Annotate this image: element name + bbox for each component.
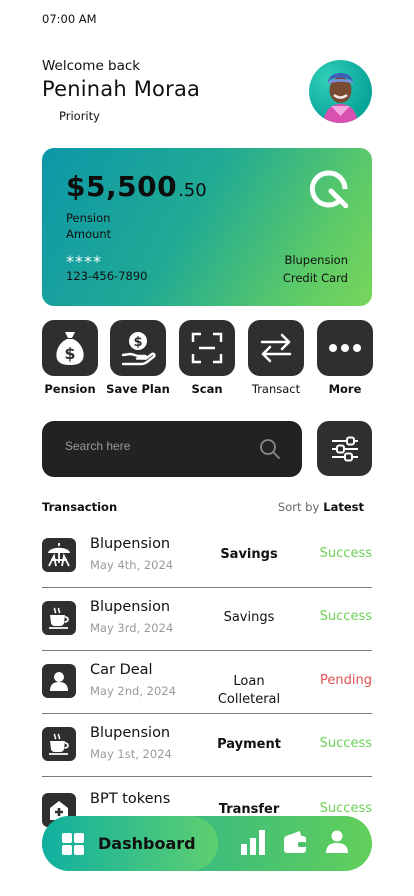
action-tile[interactable] <box>179 320 235 376</box>
transaction-name: Blupension <box>90 536 171 552</box>
action-save-plan[interactable]: $ Save Plan <box>106 320 170 396</box>
sliders-icon <box>331 436 358 461</box>
balance-amount: $5,500 .50 <box>66 170 207 203</box>
transaction-row[interactable]: Blupension May 1st, 2024 Payment Success <box>42 714 372 777</box>
card-brand-name: Blupension <box>284 253 348 267</box>
hand-dollar-icon: $ <box>121 332 156 366</box>
amount-cents: .50 <box>178 180 207 201</box>
search-icon[interactable] <box>259 438 281 460</box>
transaction-name: Car Deal <box>90 662 153 678</box>
action-tile[interactable]: $ <box>42 320 98 376</box>
action-tile[interactable] <box>248 320 304 376</box>
filter-button[interactable] <box>317 421 372 476</box>
action-label: Transact <box>251 382 301 396</box>
transaction-name: BPT tokens <box>90 791 171 807</box>
action-tile[interactable] <box>317 320 373 376</box>
card-number: 123-456-7890 <box>66 269 148 283</box>
transaction-name: Blupension <box>90 725 171 741</box>
action-transact[interactable]: Transact <box>248 320 304 396</box>
coffee-cup-icon <box>42 601 76 635</box>
transaction-date: May 3rd, 2024 <box>90 621 174 635</box>
bar-chart-icon[interactable] <box>241 830 265 856</box>
nav-dashboard-label: Dashboard <box>98 834 196 853</box>
action-pension[interactable]: $ Pension <box>42 320 98 396</box>
transaction-row[interactable]: Blupension May 4th, 2024 Savings Success <box>42 525 372 588</box>
transaction-type: Savings <box>223 610 275 625</box>
transaction-row[interactable]: Blupension May 3rd, 2024 Savings Success <box>42 588 372 651</box>
svg-text:$: $ <box>64 344 75 363</box>
card-brand: Blupension Credit Card <box>283 251 348 287</box>
sort-control[interactable]: Sort by Latest <box>278 500 364 514</box>
dashboard-grid-icon <box>62 832 84 855</box>
transaction-type: Payment <box>217 737 281 752</box>
action-label: More <box>328 382 362 396</box>
action-more[interactable]: More <box>317 320 373 396</box>
transaction-type: Loan Colleteral <box>212 673 286 709</box>
transaction-status: Success <box>319 609 372 624</box>
scan-frame-icon <box>191 332 223 364</box>
sort-value[interactable]: Latest <box>323 500 364 514</box>
transaction-status: Success <box>319 736 372 751</box>
search-input[interactable] <box>65 439 245 453</box>
welcome-text: Welcome back <box>42 58 141 74</box>
avatar[interactable] <box>309 60 372 123</box>
transaction-type: Savings <box>220 547 278 562</box>
transaction-status: Success <box>319 546 372 561</box>
amount-label: Pension Amount <box>66 211 112 241</box>
action-label: Save Plan <box>106 382 170 396</box>
transaction-date: May 1st, 2024 <box>90 747 172 761</box>
action-label: Scan <box>191 382 223 396</box>
transaction-row[interactable]: Car Deal May 2nd, 2024 Loan Colleteral P… <box>42 651 372 714</box>
action-tile[interactable]: $ <box>110 320 166 376</box>
transfer-arrows-icon <box>260 333 292 363</box>
amount-main: $5,500 <box>66 170 178 203</box>
transaction-date: May 2nd, 2024 <box>90 684 176 698</box>
bottom-nav: Dashboard <box>42 816 372 871</box>
user-icon <box>42 664 76 698</box>
avatar-photo <box>323 73 358 123</box>
coffee-cup-icon <box>42 727 76 761</box>
balance-card[interactable]: $5,500 .50 Pension Amount **** 123-456-7… <box>42 148 372 306</box>
card-brand-type: Credit Card <box>282 271 348 285</box>
umbrella-icon <box>42 538 76 572</box>
brand-logo-icon <box>309 170 349 212</box>
money-bag-icon: $ <box>56 332 84 365</box>
transaction-date: May 4th, 2024 <box>90 558 174 572</box>
transaction-type-line: Loan <box>233 674 265 689</box>
search-bar[interactable] <box>42 421 302 477</box>
more-dots-icon <box>329 344 361 352</box>
svg-text:$: $ <box>133 335 142 350</box>
action-scan[interactable]: Scan <box>179 320 235 396</box>
transaction-status: Pending <box>320 673 372 688</box>
transactions-title: Transaction <box>42 500 118 514</box>
transaction-name: Blupension <box>90 599 171 615</box>
transaction-status: Success <box>319 801 372 816</box>
transaction-type-line: Colleteral <box>217 692 281 707</box>
sort-label: Sort by <box>277 500 320 514</box>
wallet-icon[interactable] <box>283 830 307 854</box>
profile-icon[interactable] <box>326 830 348 854</box>
user-name: Peninah Moraa <box>42 77 201 101</box>
tier-label: Priority <box>59 109 100 123</box>
nav-dashboard[interactable]: Dashboard <box>42 816 218 871</box>
status-time: 07:00 AM <box>42 12 97 26</box>
